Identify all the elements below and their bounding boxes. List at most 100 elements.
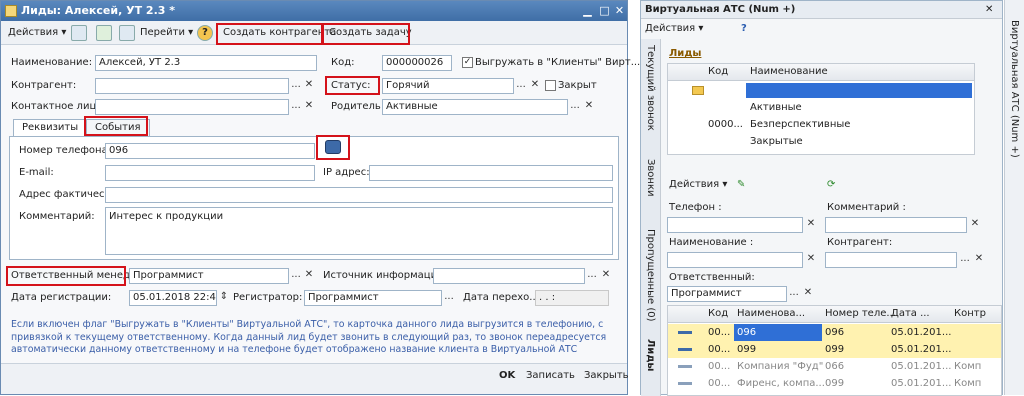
contractor-clear-icon[interactable]: ✕	[303, 78, 315, 94]
closed-checkbox[interactable]	[545, 80, 556, 91]
save-icon[interactable]	[71, 25, 87, 41]
group-row-active[interactable]: Активные	[668, 99, 974, 116]
phone-field[interactable]: 096	[105, 143, 315, 159]
name-field[interactable]: Алексей, УТ 2.3	[95, 55, 317, 71]
side-tab-current-call[interactable]: Текущий звонок	[645, 45, 656, 131]
tab-requisites[interactable]: Реквизиты	[13, 119, 88, 137]
group-row-closed[interactable]: Закрытые	[668, 133, 974, 150]
code-field[interactable]: 000000026	[382, 55, 452, 71]
group-row-root[interactable]	[668, 82, 974, 99]
groups-col-name[interactable]: Наименование	[750, 64, 828, 80]
filter-contractor-select-button[interactable]: ...	[959, 252, 971, 268]
filter-contractor-field[interactable]	[825, 252, 957, 268]
status-select-button[interactable]: ...	[515, 78, 527, 94]
list-col-name[interactable]: Наименова...	[737, 306, 805, 322]
contact-select-button[interactable]: ...	[290, 99, 302, 115]
ats-titlebar: Виртуальная АТС (Num +) ✕	[641, 1, 1002, 19]
status-field[interactable]: Горячий	[382, 78, 514, 94]
transfer-date-field[interactable]: . . :	[535, 290, 609, 306]
side-tab-leads[interactable]: Лиды	[645, 339, 656, 371]
reg-date-spinner-icon[interactable]: ⇕	[218, 290, 230, 306]
export-checkbox[interactable]: ✓	[462, 57, 473, 68]
email-label: E-mail:	[19, 167, 54, 178]
filter-responsible-field[interactable]: Программист	[667, 286, 787, 302]
table-row[interactable]: 00... Компания "Фуд" 066 05.01.201... Ко…	[668, 358, 1001, 375]
group-row-nonperspective[interactable]: 0000... Безперспективные	[668, 116, 974, 133]
registrar-select-button[interactable]: ...	[443, 290, 455, 306]
group-row-nonperspective-code: 0000...	[708, 119, 743, 130]
filter-comment-clear-icon[interactable]: ✕	[969, 217, 981, 233]
right-tab-ats[interactable]: Виртуальная АТС (Num +)	[1009, 20, 1020, 158]
ip-field[interactable]	[369, 165, 613, 181]
responsible-clear-icon[interactable]: ✕	[303, 268, 315, 284]
filter-name-field[interactable]	[667, 252, 803, 268]
list-col-contractor[interactable]: Контр	[954, 306, 986, 322]
ok-button[interactable]: OK	[499, 369, 515, 383]
row-name: 099	[737, 344, 757, 355]
row-marker-icon	[678, 365, 692, 368]
close-button[interactable]: Закрыть	[584, 369, 629, 383]
refresh-icon[interactable]	[96, 25, 112, 41]
parent-field[interactable]: Активные	[382, 99, 568, 115]
comment-label: Комментарий:	[19, 211, 95, 222]
source-field[interactable]	[433, 268, 585, 284]
ats-help-icon[interactable]: ?	[741, 22, 747, 36]
parent-select-button[interactable]: ...	[569, 99, 581, 115]
groups-col-code[interactable]: Код	[708, 64, 728, 80]
registrar-field[interactable]: Программист	[304, 290, 442, 306]
transfer-date-label: Дата перехо...	[463, 292, 539, 303]
filter-responsible-select-button[interactable]: ...	[788, 286, 800, 302]
close-icon[interactable]: ✕	[613, 4, 626, 17]
email-field[interactable]	[105, 165, 315, 181]
table-row[interactable]: 00... 096 096 05.01.201...	[668, 324, 1001, 341]
contractor-field[interactable]	[95, 78, 289, 94]
responsible-field[interactable]: Программист	[129, 268, 289, 284]
filter-comment-field[interactable]	[825, 217, 967, 233]
source-select-button[interactable]: ...	[586, 268, 598, 284]
minimize-icon[interactable]: ▁	[581, 4, 594, 17]
goto-menu-button[interactable]: Перейти ▾	[137, 24, 196, 42]
responsible-select-button[interactable]: ...	[290, 268, 302, 284]
contact-clear-icon[interactable]: ✕	[303, 99, 315, 115]
contractor-select-button[interactable]: ...	[290, 78, 302, 94]
status-clear-icon[interactable]: ✕	[529, 78, 541, 94]
source-clear-icon[interactable]: ✕	[600, 268, 612, 284]
ats-actions-menu-button[interactable]: Действия ▾	[645, 22, 703, 36]
refresh-list-icon[interactable]: ⟳	[827, 178, 835, 192]
maximize-icon[interactable]: □	[598, 4, 611, 17]
list-col-code[interactable]: Код	[708, 306, 728, 322]
filter-responsible-clear-icon[interactable]: ✕	[802, 286, 814, 302]
list-col-date[interactable]: Дата ...	[891, 306, 930, 322]
parent-clear-icon[interactable]: ✕	[583, 99, 595, 115]
side-tab-missed[interactable]: Пропущенные (0)	[645, 229, 656, 321]
table-row[interactable]: 00... Фиренс, компа... 099 05.01.201... …	[668, 375, 1001, 392]
side-tab-calls[interactable]: Звонки	[645, 159, 656, 197]
filter-contractor-clear-icon[interactable]: ✕	[973, 252, 985, 268]
copy-icon[interactable]	[119, 25, 135, 41]
ats-side-tabs: Текущий звонок Звонки Пропущенные (0) Ли…	[641, 39, 661, 396]
code-label: Код:	[331, 57, 355, 68]
filter-actions-menu-button[interactable]: Действия ▾	[669, 178, 727, 192]
filter-responsible-label: Ответственный:	[669, 272, 755, 283]
actions-menu-button[interactable]: Действия ▾	[5, 24, 69, 42]
filter-name-clear-icon[interactable]: ✕	[805, 252, 817, 268]
help-icon[interactable]: ?	[197, 25, 213, 41]
ats-close-icon[interactable]: ✕	[985, 3, 993, 17]
reg-date-label: Дата регистрации:	[11, 292, 112, 303]
ip-label: IP адрес:	[323, 167, 370, 178]
edit-icon[interactable]: ✎	[737, 178, 745, 192]
write-button[interactable]: Записать	[526, 369, 575, 383]
groups-grid: Код Наименование Активные 0000... Безпер…	[667, 63, 975, 155]
contact-field[interactable]	[95, 99, 289, 115]
group-row-closed-name: Закрытые	[750, 136, 803, 147]
table-row[interactable]: 00... 099 099 05.01.201...	[668, 341, 1001, 358]
group-row-active-name: Активные	[750, 102, 802, 113]
groups-header: Код Наименование	[668, 64, 974, 81]
filter-phone-field[interactable]	[667, 217, 803, 233]
call-phone-icon[interactable]	[325, 140, 341, 154]
list-col-phone[interactable]: Номер теле...	[825, 306, 896, 322]
comment-field[interactable]: Интерес к продукции	[105, 207, 613, 255]
address-field[interactable]	[105, 187, 613, 203]
reg-date-field[interactable]: 05.01.2018 22:40:3	[129, 290, 217, 306]
filter-phone-clear-icon[interactable]: ✕	[805, 217, 817, 233]
